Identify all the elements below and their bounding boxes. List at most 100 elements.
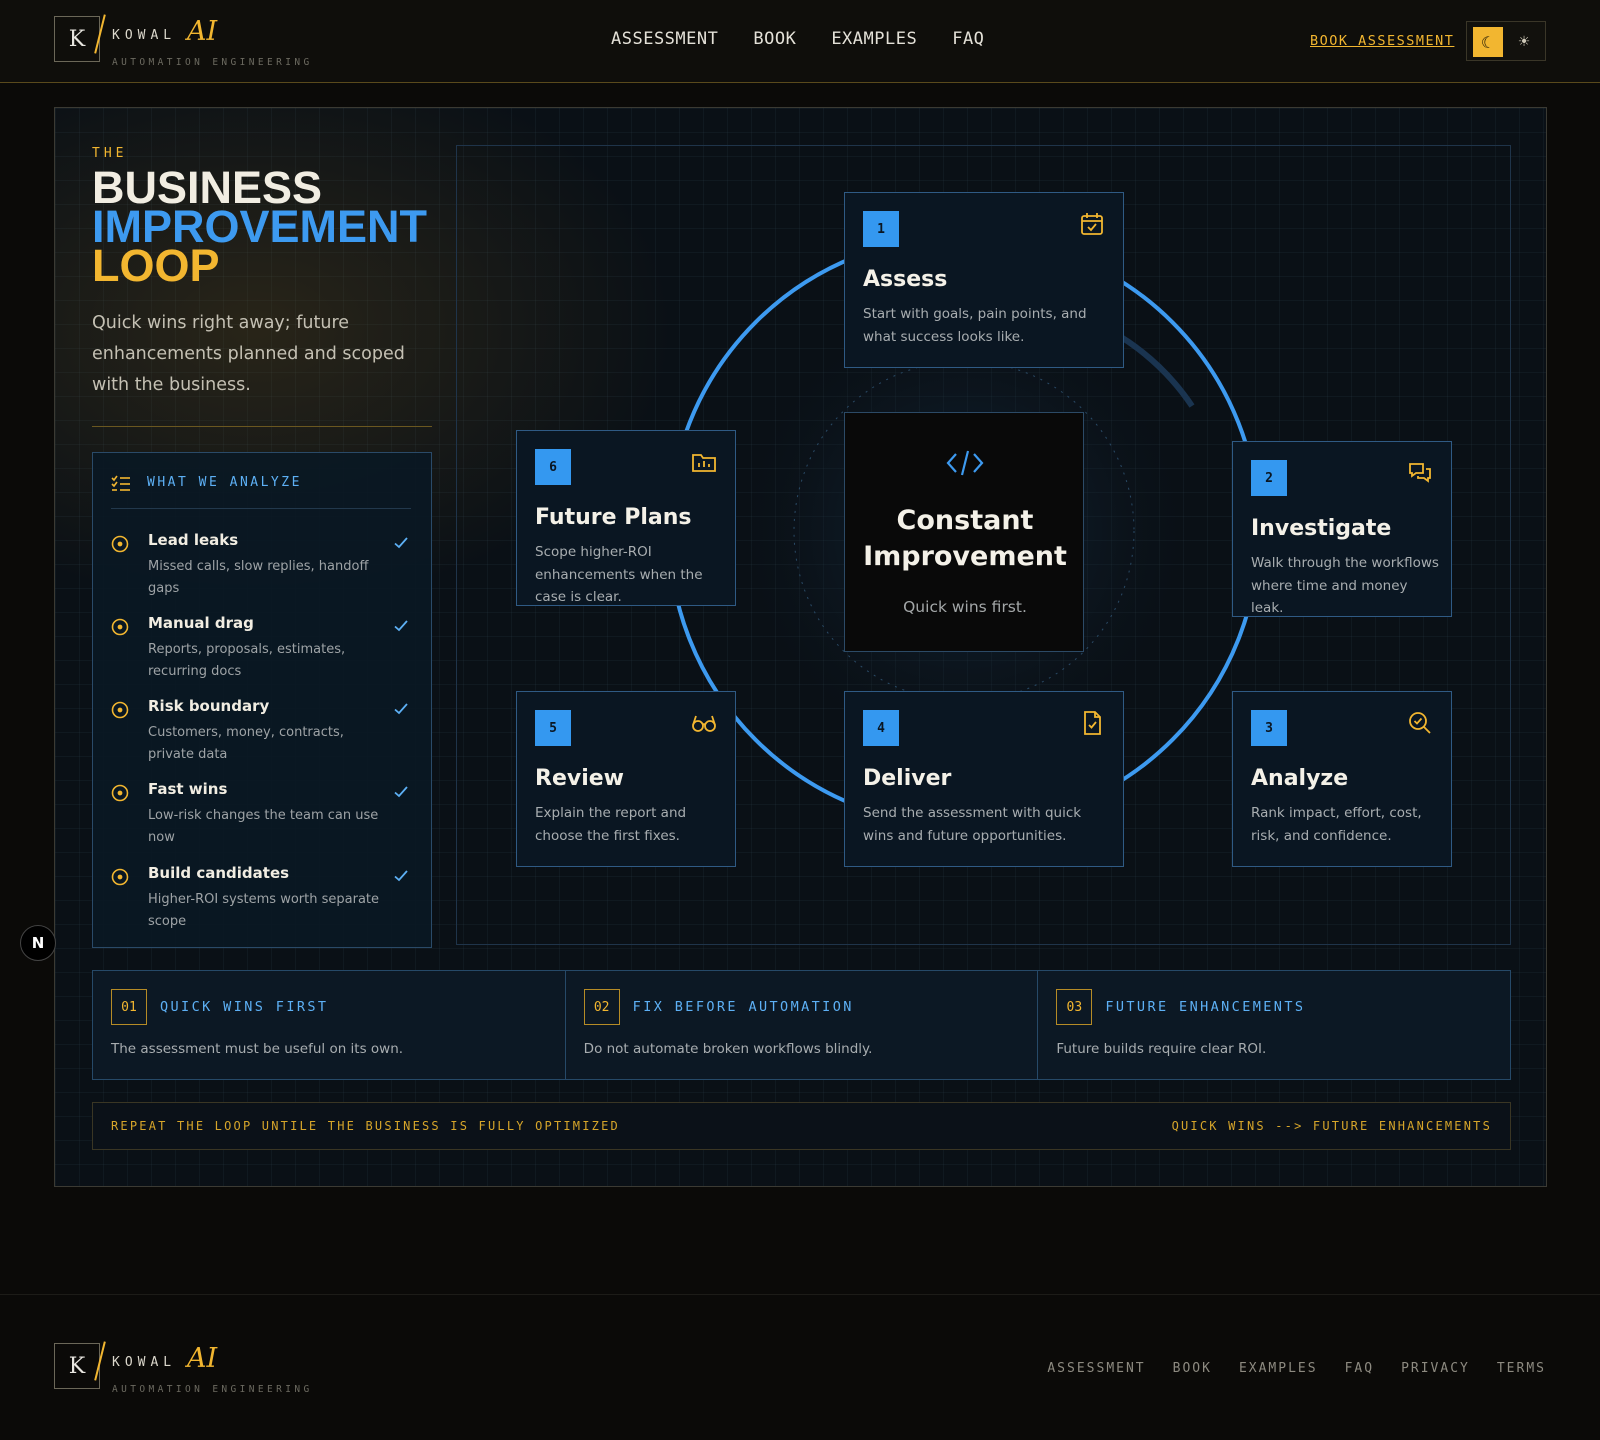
principle-number: 03	[1056, 989, 1093, 1025]
principle-number: 02	[583, 989, 620, 1025]
analyze-header: WHAT WE ANALYZE	[111, 473, 411, 495]
step-card-review[interactable]: 5 Review Explain the report and choose t…	[516, 691, 736, 867]
nav-book[interactable]: BOOK	[753, 29, 796, 49]
step-title: Investigate	[1251, 516, 1392, 541]
check-icon	[394, 620, 408, 632]
target-icon	[111, 784, 129, 802]
repeat-right-text: QUICK WINS --> FUTURE ENHANCEMENTS	[1171, 1119, 1492, 1133]
check-icon	[394, 703, 408, 715]
footer-link-assessment[interactable]: ASSESSMENT	[1047, 1361, 1145, 1376]
list-item: Build candidates Higher-ROI systems wort…	[111, 864, 411, 944]
loop-section: THE BUSINESS IMPROVEMENT LOOP Quick wins…	[54, 107, 1547, 1187]
principle-desc: Do not automate broken workflows blindly…	[583, 1041, 873, 1057]
analyze-label: WHAT WE ANALYZE	[147, 475, 302, 490]
item-title: Fast wins	[148, 780, 228, 798]
logo-monogram: K	[54, 16, 100, 62]
item-desc: Reports, proposals, estimates, recurring…	[148, 642, 346, 679]
step-card-assess[interactable]: 1 Assess Start with goals, pain points, …	[844, 192, 1124, 368]
step-card-investigate[interactable]: 2 Investigate Walk through the workflows…	[1232, 441, 1452, 617]
logo-ai: AI	[187, 1343, 218, 1374]
item-title: Manual drag	[148, 614, 254, 632]
theme-toggle[interactable]: ☾ ☀	[1466, 21, 1546, 61]
book-assessment-button[interactable]: BOOK ASSESSMENT	[1310, 33, 1454, 49]
analyze-panel: WHAT WE ANALYZE Lead leaks Missed calls,…	[92, 452, 432, 948]
footer-logo[interactable]: K KOWAL AI AUTOMATION ENGINEERING	[54, 1341, 314, 1399]
footer-link-book[interactable]: BOOK	[1173, 1361, 1212, 1376]
step-title: Deliver	[863, 766, 952, 791]
step-title: Review	[535, 766, 624, 791]
principle-title: FIX BEFORE AUTOMATION	[632, 999, 854, 1015]
step-desc: Send the assessment with quick wins and …	[863, 805, 1082, 844]
page-title: BUSINESS IMPROVEMENT LOOP	[92, 165, 427, 288]
logo-wordmark: KOWAL	[112, 1355, 177, 1370]
search-check-icon	[1409, 712, 1431, 734]
folder-chart-icon	[692, 454, 716, 472]
principle-title: QUICK WINS FIRST	[160, 999, 329, 1015]
document-check-icon	[1084, 711, 1101, 735]
step-number: 4	[863, 710, 899, 746]
logo-ai: AI	[187, 16, 218, 47]
step-card-future-plans[interactable]: 6 Future Plans Scope higher-ROI enhancem…	[516, 430, 736, 606]
principle-desc: Future builds require clear ROI.	[1056, 1041, 1267, 1057]
moon-icon[interactable]: ☾	[1473, 27, 1503, 57]
code-icon	[946, 450, 984, 476]
divider	[111, 508, 411, 509]
main-nav: ASSESSMENT BOOK EXAMPLES FAQ	[611, 29, 984, 49]
site-header: K KOWAL AI AUTOMATION ENGINEERING ASSESS…	[0, 0, 1600, 83]
footer-nav: ASSESSMENT BOOK EXAMPLES FAQ PRIVACY TER…	[1047, 1361, 1546, 1376]
logo-wordmark: KOWAL	[112, 28, 177, 43]
hero-eyebrow: THE	[92, 146, 128, 161]
principle-desc: The assessment must be useful on its own…	[111, 1041, 404, 1057]
target-icon	[111, 535, 129, 553]
center-card: Constant Improvement Quick wins first.	[844, 412, 1084, 652]
step-desc: Start with goals, pain points, and what …	[863, 306, 1087, 345]
step-number: 6	[535, 449, 571, 485]
item-title: Lead leaks	[148, 531, 239, 549]
step-title: Analyze	[1251, 766, 1349, 791]
nav-assessment[interactable]: ASSESSMENT	[611, 29, 718, 49]
principle-card: 03 FUTURE ENHANCEMENTS Future builds req…	[1038, 971, 1510, 1079]
footer-link-faq[interactable]: FAQ	[1345, 1361, 1374, 1376]
sun-icon[interactable]: ☀	[1509, 27, 1539, 57]
footer-link-privacy[interactable]: PRIVACY	[1401, 1361, 1470, 1376]
step-number: 2	[1251, 460, 1287, 496]
loop-diagram: Constant Improvement Quick wins first. 1…	[456, 145, 1511, 945]
logo-tagline: AUTOMATION ENGINEERING	[112, 1384, 313, 1395]
footer-link-terms[interactable]: TERMS	[1497, 1361, 1546, 1376]
list-item: Fast wins Low-risk changes the team can …	[111, 780, 411, 860]
principle-card: 01 QUICK WINS FIRST The assessment must …	[93, 971, 566, 1079]
center-title: Constant Improvement	[863, 505, 1067, 572]
repeat-left-text: REPEAT THE LOOP UNTILE THE BUSINESS IS F…	[111, 1119, 620, 1133]
list-item: Manual drag Reports, proposals, estimate…	[111, 614, 411, 694]
logo-tagline: AUTOMATION ENGINEERING	[112, 57, 313, 68]
item-desc: Customers, money, contracts, private dat…	[148, 725, 344, 762]
check-icon	[394, 537, 408, 549]
list-item: Lead leaks Missed calls, slow replies, h…	[111, 531, 411, 611]
nav-examples[interactable]: EXAMPLES	[831, 29, 917, 49]
glasses-icon	[692, 715, 716, 732]
principle-card: 02 FIX BEFORE AUTOMATION Do not automate…	[566, 971, 1039, 1079]
divider	[92, 426, 432, 427]
target-icon	[111, 618, 129, 636]
principle-title: FUTURE ENHANCEMENTS	[1105, 999, 1306, 1015]
calendar-check-icon	[1081, 213, 1103, 235]
principle-number: 01	[111, 989, 147, 1025]
nav-faq[interactable]: FAQ	[952, 29, 984, 49]
target-icon	[111, 868, 129, 886]
step-number: 3	[1251, 710, 1287, 746]
step-card-analyze[interactable]: 3 Analyze Rank impact, effort, cost, ris…	[1232, 691, 1452, 867]
hero-lede: Quick wins right away; future enhancemen…	[92, 313, 405, 395]
step-card-deliver[interactable]: 4 Deliver Send the assessment with quick…	[844, 691, 1124, 867]
item-title: Risk boundary	[148, 697, 270, 715]
brand-logo[interactable]: K KOWAL AI AUTOMATION ENGINEERING	[54, 14, 314, 72]
check-icon	[394, 786, 408, 798]
item-desc: Low-risk changes the team can use now	[148, 808, 379, 845]
step-desc: Walk through the workflows where time an…	[1251, 555, 1439, 616]
dev-badge[interactable]: N	[20, 925, 56, 961]
step-number: 1	[863, 211, 899, 247]
step-desc: Rank impact, effort, cost, risk, and con…	[1251, 805, 1422, 844]
checklist-icon	[111, 475, 130, 491]
footer-link-examples[interactable]: EXAMPLES	[1239, 1361, 1318, 1376]
principles-row: 01 QUICK WINS FIRST The assessment must …	[92, 970, 1511, 1080]
step-title: Future Plans	[535, 505, 692, 530]
